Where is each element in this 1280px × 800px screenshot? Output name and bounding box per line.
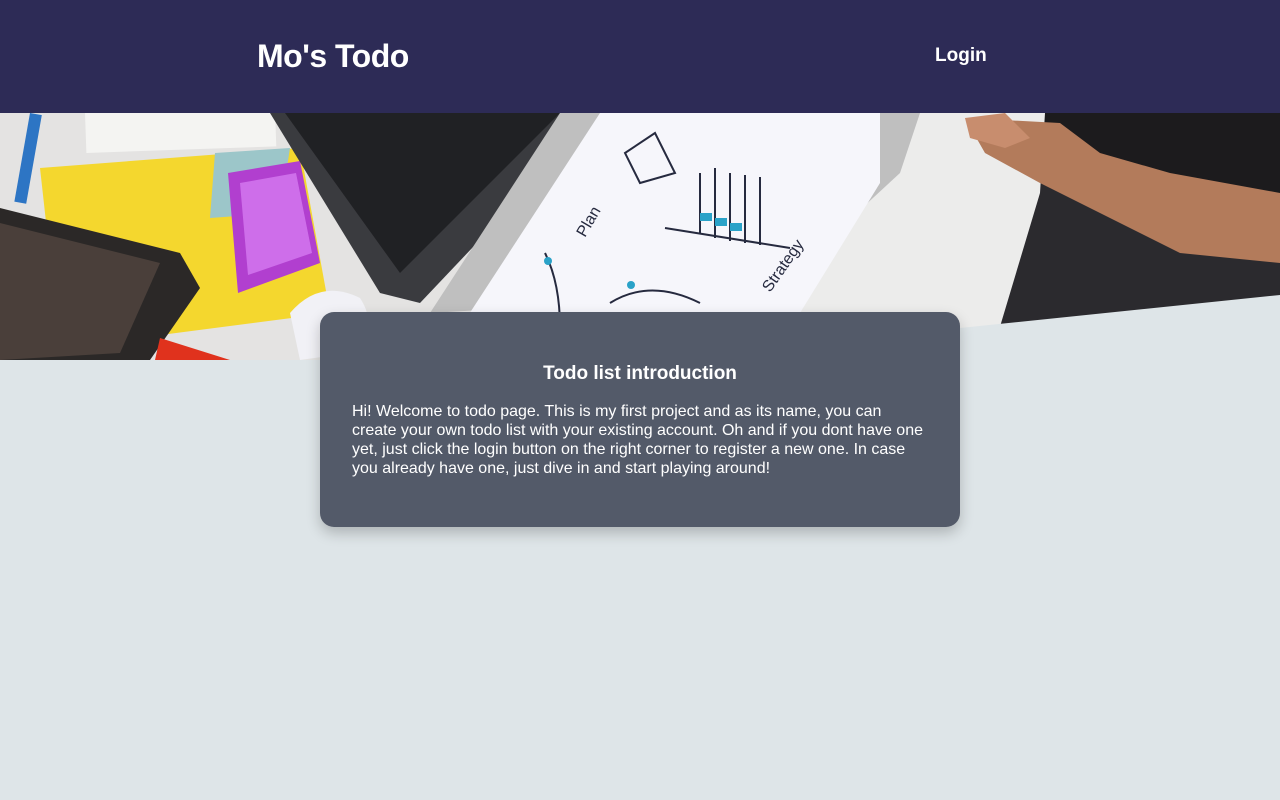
brand-logo-link[interactable]: Mo's Todo <box>257 36 409 76</box>
intro-title: Todo list introduction <box>543 363 737 384</box>
intro-text: Hi! Welcome to todo page. This is my fir… <box>352 403 923 477</box>
intro-card: Todo list introduction Hi! Welcome to to… <box>320 312 960 527</box>
login-link[interactable]: Login <box>935 44 987 68</box>
top-navbar: Mo's Todo Login <box>0 0 1280 113</box>
